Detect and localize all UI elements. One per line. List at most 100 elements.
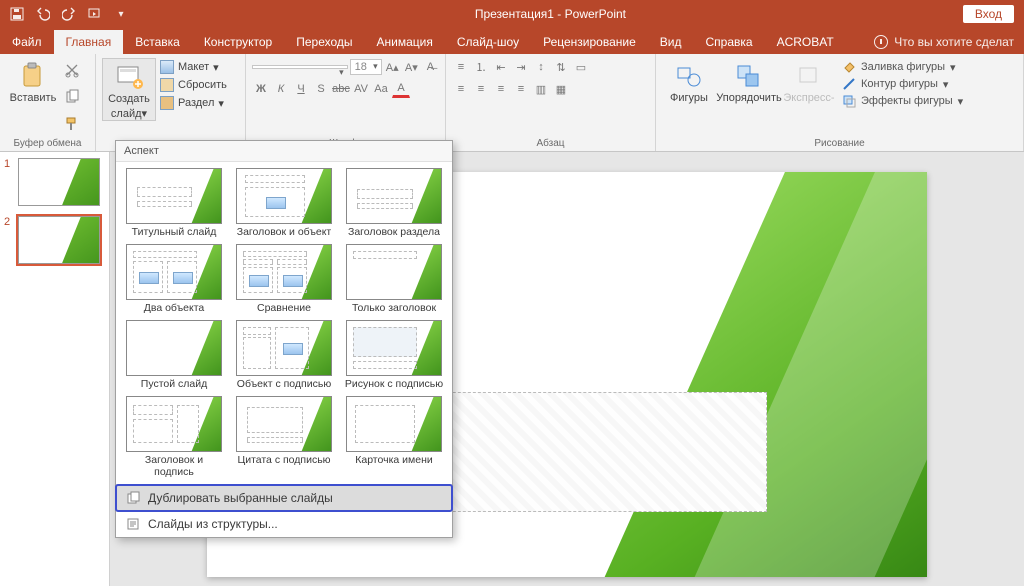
tab-home[interactable]: Главная: [54, 30, 124, 54]
change-case-button[interactable]: Aa: [372, 80, 390, 98]
layout-option[interactable]: Карточка имени: [340, 394, 448, 480]
layout-option-label: Карточка имени: [355, 454, 433, 466]
font-name-combo[interactable]: [252, 65, 348, 69]
strikethrough-button[interactable]: abc: [332, 80, 350, 98]
slide-thumb-1[interactable]: [18, 158, 100, 206]
align-left-button[interactable]: ≡: [452, 80, 470, 98]
ribbon-tabs: Файл Главная Вставка Конструктор Переход…: [0, 28, 1024, 54]
align-text-button[interactable]: ▭: [572, 58, 590, 76]
line-spacing-button[interactable]: ↕: [532, 58, 550, 76]
tab-transitions[interactable]: Переходы: [284, 30, 364, 54]
shape-outline-button[interactable]: Контур фигуры▾: [842, 77, 963, 91]
quick-access-toolbar: ▾: [0, 5, 138, 23]
align-right-button[interactable]: ≡: [492, 80, 510, 98]
numbering-button[interactable]: ⒈: [472, 58, 490, 76]
font-size-combo[interactable]: 18: [350, 59, 382, 75]
layout-option[interactable]: Заголовок и подпись: [120, 394, 228, 480]
layout-option-label: Рисунок с подписью: [345, 378, 443, 390]
dropdown-theme-header: Аспект: [116, 141, 452, 162]
layout-button[interactable]: Макет▾: [160, 60, 227, 74]
layout-option[interactable]: Только заголовок: [340, 242, 448, 316]
increase-font-icon[interactable]: A▴: [384, 58, 401, 76]
convert-smartart-button[interactable]: ▦: [552, 80, 570, 98]
italic-button[interactable]: К: [272, 80, 290, 98]
group-drawing-label: Рисование: [656, 138, 1023, 149]
undo-icon[interactable]: [34, 5, 52, 23]
quick-styles-button[interactable]: Экспресс-: [782, 58, 836, 108]
tab-review[interactable]: Рецензирование: [531, 30, 648, 54]
layout-gallery[interactable]: Титульный слайд Заголовок и объект Заголов…: [116, 162, 452, 484]
bullets-button[interactable]: ≡: [452, 58, 470, 76]
bold-button[interactable]: Ж: [252, 80, 270, 98]
titlebar: ▾ Презентация1 - PowerPoint Вход: [0, 0, 1024, 28]
layout-option-label: Заголовок раздела: [348, 226, 440, 238]
text-direction-button[interactable]: ⇅: [552, 58, 570, 76]
paste-label: Вставить: [10, 92, 57, 104]
duplicate-slides-item[interactable]: Дублировать выбранные слайды: [116, 485, 452, 511]
align-center-button[interactable]: ≡: [472, 80, 490, 98]
qat-dropdown-icon[interactable]: ▾: [112, 5, 130, 23]
layout-option[interactable]: Объект с подписью: [230, 318, 338, 392]
layout-option[interactable]: Рисунок с подписью: [340, 318, 448, 392]
layout-option-label: Сравнение: [257, 302, 311, 314]
thumb-number: 1: [4, 158, 14, 206]
layout-option-label: Титульный слайд: [132, 226, 217, 238]
decrease-font-icon[interactable]: A▾: [403, 58, 420, 76]
shape-fill-button[interactable]: Заливка фигуры▾: [842, 60, 963, 74]
reset-button[interactable]: Сбросить: [160, 78, 227, 92]
layout-option-label: Два объекта: [144, 302, 204, 314]
tab-design[interactable]: Конструктор: [192, 30, 284, 54]
increase-indent-button[interactable]: ⇥: [512, 58, 530, 76]
section-button[interactable]: Раздел▾: [160, 96, 227, 110]
format-painter-icon[interactable]: [64, 116, 80, 137]
layout-option[interactable]: Пустой слайд: [120, 318, 228, 392]
start-from-beginning-icon[interactable]: [86, 5, 104, 23]
slide-thumbnails-pane: 1 2: [0, 152, 110, 586]
layout-icon: [160, 60, 174, 74]
layout-option[interactable]: Два объекта: [120, 242, 228, 316]
new-slide-label1: Создать: [108, 93, 150, 105]
layout-option[interactable]: Цитата с подписью: [230, 394, 338, 480]
redo-icon[interactable]: [60, 5, 78, 23]
layout-option[interactable]: Заголовок и объект: [230, 166, 338, 240]
shadow-button[interactable]: S: [312, 80, 330, 98]
slide-thumb-2[interactable]: [18, 216, 100, 264]
copy-icon[interactable]: [64, 89, 80, 110]
layout-option-label: Объект с подписью: [237, 378, 331, 390]
section-icon: [160, 96, 174, 110]
tab-insert[interactable]: Вставка: [123, 30, 192, 54]
slides-from-outline-item[interactable]: Слайды из структуры...: [116, 511, 452, 537]
save-icon[interactable]: [8, 5, 26, 23]
shape-effects-button[interactable]: Эффекты фигуры▾: [842, 94, 963, 108]
layout-option[interactable]: Сравнение: [230, 242, 338, 316]
cut-icon[interactable]: [64, 62, 80, 83]
arrange-button[interactable]: Упорядочить: [722, 58, 776, 108]
decrease-indent-button[interactable]: ⇤: [492, 58, 510, 76]
columns-button[interactable]: ▥: [532, 80, 550, 98]
tab-help[interactable]: Справка: [693, 30, 764, 54]
group-paragraph-label: Абзац: [446, 138, 655, 149]
tab-view[interactable]: Вид: [648, 30, 694, 54]
font-color-button[interactable]: A: [392, 80, 410, 98]
tell-me-label: Что вы хотите сделат: [894, 35, 1014, 49]
justify-button[interactable]: ≡: [512, 80, 530, 98]
layout-option[interactable]: Титульный слайд: [120, 166, 228, 240]
tab-slideshow[interactable]: Слайд-шоу: [445, 30, 531, 54]
new-slide-dropdown: Аспект Титульный слайд Заголовок и объект…: [115, 140, 453, 538]
tell-me-search[interactable]: Что вы хотите сделат: [864, 30, 1024, 54]
tab-acrobat[interactable]: ACROBAT: [765, 30, 846, 54]
paste-button[interactable]: Вставить: [6, 58, 60, 137]
clear-format-icon[interactable]: A̶: [422, 58, 439, 76]
signin-button[interactable]: Вход: [963, 5, 1014, 23]
char-spacing-button[interactable]: AV: [352, 80, 370, 98]
ribbon: Вставить Буфер обмена Создать слайд▾ Мак…: [0, 54, 1024, 152]
group-clipboard-label: Буфер обмена: [0, 138, 95, 149]
tab-animations[interactable]: Анимация: [365, 30, 445, 54]
layout-option-label: Заголовок и объект: [237, 226, 332, 238]
tab-file[interactable]: Файл: [0, 30, 54, 54]
shapes-button[interactable]: Фигуры: [662, 58, 716, 108]
slides-from-outline-label: Слайды из структуры...: [148, 517, 278, 531]
layout-option[interactable]: Заголовок раздела: [340, 166, 448, 240]
new-slide-button[interactable]: Создать слайд▾: [102, 58, 156, 121]
underline-button[interactable]: Ч: [292, 80, 310, 98]
